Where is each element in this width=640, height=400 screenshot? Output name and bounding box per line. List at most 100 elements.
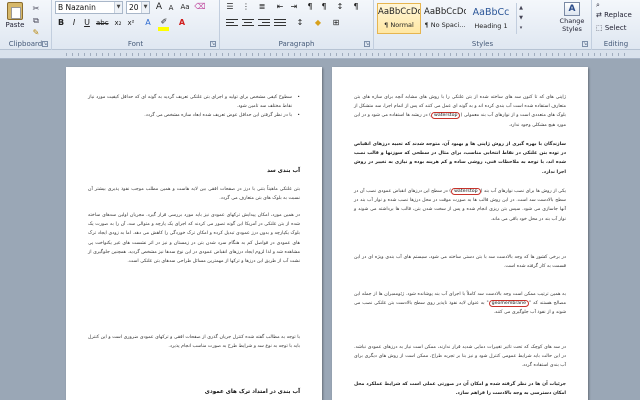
strikethrough-icon[interactable]: abc — [96, 17, 109, 29]
paragraph: بتن غلتکی ماهیتاً بتنی با درز در صفحات ا… — [88, 187, 300, 202]
font-name-select[interactable]: B Nazanin ▼ — [55, 1, 123, 14]
ruler-ticks — [66, 53, 626, 56]
align-left-icon[interactable] — [226, 19, 238, 29]
bullet-list: سطوح کیفی مشخص برای تولید و اجرای بتن غل… — [88, 93, 300, 121]
borders-icon[interactable]: ⊞ — [330, 17, 342, 29]
align-right-icon[interactable] — [258, 19, 270, 29]
superscript-icon[interactable]: x² — [125, 17, 137, 29]
font-group: B Nazanin ▼ 20 ▼ A A Aa ⌫ B I U abc x₂ x… — [52, 0, 220, 50]
shading-icon[interactable]: ◆ — [312, 17, 324, 29]
list-item: با در نظر گرفتن این حداقل عوض تعریف شده … — [88, 111, 300, 120]
change-case-icon[interactable]: Aa — [179, 1, 191, 13]
paragraph: یکی از روش ها برای نصب نوارهای آب بند (w… — [354, 188, 566, 222]
styles-group: AaBbCcDc ¶ Normal AaBbCcDc ¶ No Spaci...… — [374, 0, 592, 50]
chevron-down-icon: ▼ — [141, 2, 149, 13]
justify-icon[interactable] — [274, 19, 286, 29]
select-icon: ⬚ — [596, 24, 603, 32]
style-name: ¶ No Spaci... — [424, 21, 466, 29]
highlighted-term: geomembrane — [488, 300, 530, 308]
ltr-icon[interactable]: ¶ — [304, 1, 316, 13]
font-name-value: B Nazanin — [58, 3, 96, 12]
clipboard-dialog-launcher[interactable]: ↘ — [42, 41, 48, 47]
change-styles-button[interactable]: A Change Styles — [557, 2, 587, 33]
select-button[interactable]: ⬚ Select — [596, 24, 626, 32]
style-sample: AaBbCcDc — [378, 7, 420, 17]
decrease-indent-icon[interactable]: ⇤ — [274, 1, 286, 13]
paragraph: جزئیات آن ها در نظر گرفته شده و امکان آن… — [354, 382, 566, 397]
cut-icon[interactable]: ✂ — [30, 4, 42, 14]
rtl-icon[interactable]: ¶ — [318, 1, 330, 13]
highlighted-term: waterstop — [431, 112, 461, 120]
styles-group-label: Styles — [471, 40, 494, 48]
italic-icon[interactable]: I — [68, 17, 80, 29]
highlighted-term: waterstop — [451, 188, 481, 195]
style-name: Heading 1 — [474, 22, 508, 30]
document-area[interactable]: سطوح کیفی مشخص برای تولید و اجرای بتن غل… — [0, 50, 640, 400]
grow-font-icon[interactable]: A — [153, 1, 165, 13]
style-name: ¶ Normal — [384, 21, 414, 29]
style-normal[interactable]: AaBbCcDc ¶ Normal — [377, 3, 421, 34]
shrink-font-icon[interactable]: A — [165, 2, 177, 14]
clipboard-icon — [7, 2, 23, 20]
bullets-icon[interactable]: ☰ — [224, 1, 236, 13]
find-icon: ⌕ — [596, 1, 600, 9]
styles-dialog-launcher[interactable]: ↘ — [582, 41, 588, 47]
replace-button[interactable]: ⇄ Replace — [596, 11, 632, 19]
copy-icon[interactable]: ⧉ — [30, 16, 42, 26]
paragraph: ژاپنی های که تا کنون سد های ساخته شده از… — [354, 95, 566, 128]
underline-icon[interactable]: U — [81, 17, 93, 29]
numbering-icon[interactable]: ⋮ — [240, 1, 252, 13]
horizontal-ruler[interactable] — [0, 50, 640, 59]
font-size-select[interactable]: 20 ▼ — [126, 1, 150, 14]
paragraph-text: یکی از روش ها برای نصب نوارهای آب بند — [483, 189, 566, 194]
sort-icon[interactable]: ↕ — [334, 1, 346, 13]
editing-group-label: Editing — [603, 40, 629, 48]
paragraph: به همین ترتیب ممکن است وجه بالادست سد کا… — [354, 292, 566, 316]
section-heading: آب بندی در امتداد ترک های عمودی — [204, 389, 300, 395]
subscript-icon[interactable]: x₂ — [112, 17, 124, 29]
text-effects-icon[interactable]: A — [142, 17, 154, 29]
styles-scroll[interactable]: ▲ ▼ ▾ — [516, 3, 525, 34]
paragraph: در سد های کوچک که تحت تاثیر تغییرات دمای… — [354, 345, 566, 369]
font-group-label: Font — [127, 40, 144, 48]
section-heading: آب بندی سد — [267, 168, 300, 174]
format-painter-icon[interactable]: ✎ — [30, 28, 42, 38]
align-center-icon[interactable] — [242, 19, 254, 29]
font-dialog-launcher[interactable]: ↘ — [210, 41, 216, 47]
document-page-right[interactable]: ژاپنی های که تا کنون سد های ساخته شده از… — [332, 67, 588, 400]
paste-button[interactable]: Paste — [4, 2, 26, 32]
increase-indent-icon[interactable]: ⇥ — [288, 1, 300, 13]
style-no-spacing[interactable]: AaBbCcDc ¶ No Spaci... — [423, 3, 467, 34]
paragraph-group: ☰ ⋮ ≣ ⇤ ⇥ ¶ ¶ ↕ ¶ ↕ ◆ ⊞ Paragraph ↘ — [220, 0, 374, 50]
font-size-value: 20 — [129, 3, 139, 12]
document-page-left[interactable]: سطوح کیفی مشخص برای تولید و اجرای بتن غل… — [66, 67, 322, 400]
style-heading-1[interactable]: AaBbCc Heading 1 — [469, 3, 513, 34]
line-spacing-icon[interactable]: ↕ — [294, 17, 306, 29]
clear-formatting-icon[interactable]: ⌫ — [194, 1, 206, 13]
change-styles-label: Change Styles — [559, 17, 585, 33]
replace-icon: ⇄ — [596, 11, 602, 19]
paste-label: Paste — [5, 21, 25, 29]
paragraph: با توجه به مطالب گفته شده کنترل جریان گذ… — [88, 335, 300, 350]
show-marks-icon[interactable]: ¶ — [350, 1, 362, 13]
list-item: سطوح کیفی مشخص برای تولید و اجرای بتن غل… — [88, 93, 300, 111]
ribbon: Paste ✂ ⧉ ✎ Clipboard ↘ B Nazanin ▼ 20 ▼… — [0, 0, 640, 50]
change-styles-icon: A — [564, 2, 580, 16]
paragraph: در همین مورد، امکان پیدایش ترکهای عمودی … — [88, 213, 300, 265]
select-label: Select — [604, 24, 627, 32]
find-button[interactable]: ⌕ — [596, 1, 600, 10]
highlighter-icon[interactable]: ✐ — [158, 16, 170, 28]
chevron-down-icon: ▼ — [114, 2, 122, 13]
paragraph-dialog-launcher[interactable]: ↘ — [364, 41, 370, 47]
editing-group: ⌕ ⇄ Replace ⬚ Select Editing — [592, 0, 640, 50]
paragraph-group-label: Paragraph — [278, 40, 315, 48]
paragraph: سازندگان با بهره گیری از روش ژاپنی ها و … — [354, 142, 566, 175]
style-sample: AaBbCcDc — [424, 7, 466, 17]
clipboard-group: Paste ✂ ⧉ ✎ Clipboard ↘ — [0, 0, 52, 50]
replace-label: Replace — [604, 11, 632, 19]
bold-icon[interactable]: B — [55, 17, 67, 29]
style-sample: AaBbCc — [472, 7, 510, 18]
multilevel-list-icon[interactable]: ≣ — [256, 1, 268, 13]
paragraph: در برخی کشور ها که وجه بالادست سد با بتن… — [354, 255, 566, 270]
font-color-icon[interactable]: A — [176, 17, 188, 29]
